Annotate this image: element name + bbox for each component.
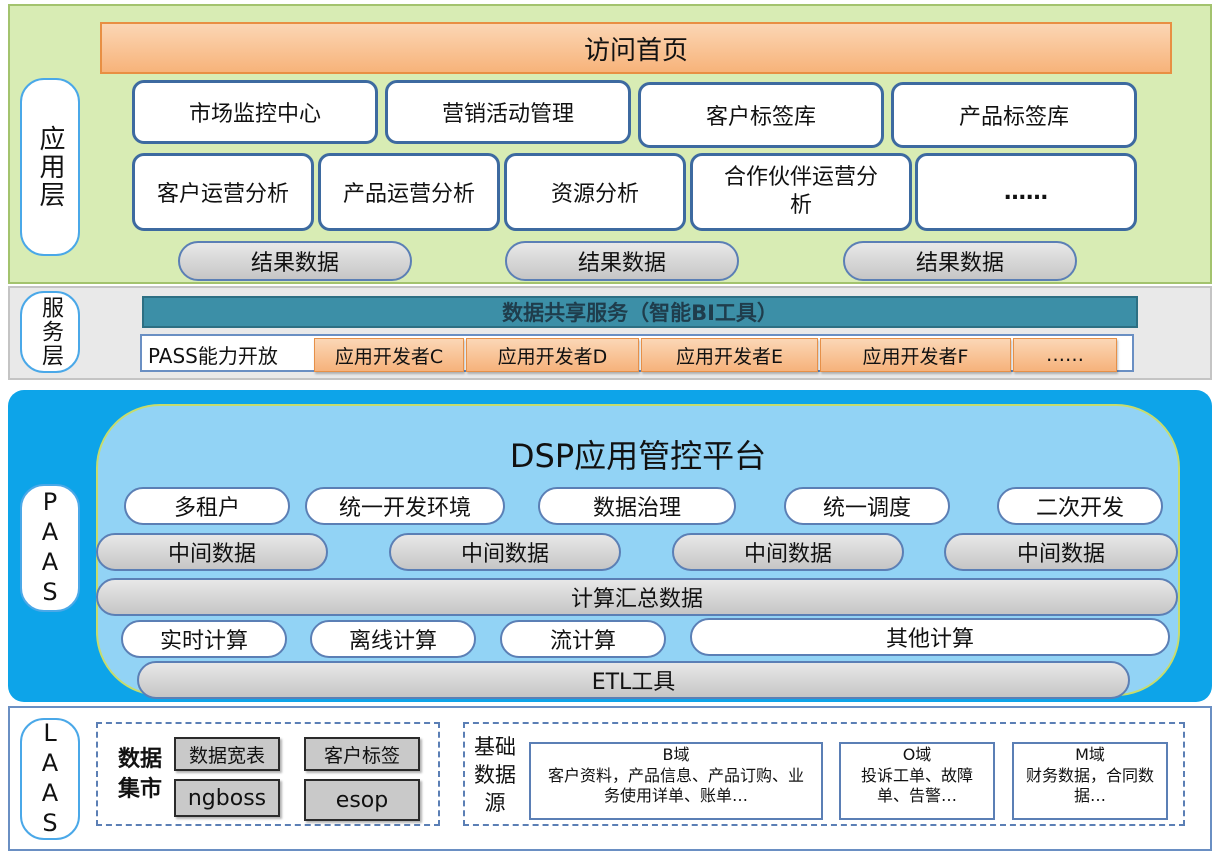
compute-other[interactable]: 其他计算 [690,618,1170,656]
b-domain-name: B域 [662,745,690,764]
m-domain-box[interactable]: M域 财务数据，合同数据… [1012,742,1168,820]
developer-more[interactable]: …… [1013,338,1117,372]
computed-summary-data: 计算汇总数据 [96,578,1178,616]
m-domain-name: M域 [1075,745,1105,764]
developer-f[interactable]: 应用开发者F [820,338,1011,372]
capability-secondary-dev[interactable]: 二次开发 [997,487,1163,525]
o-domain-desc: 投诉工单、故障单、告警… [860,766,973,805]
mart-ngboss[interactable]: ngboss [174,779,280,817]
app-partner-ops-analysis[interactable]: 合作伙伴运营分析 [690,153,912,231]
pass-capability-label: PASS能力开放 [148,344,278,368]
home-page-bar[interactable]: 访问首页 [100,22,1172,74]
mart-esop[interactable]: esop [304,779,420,821]
app-market-monitor[interactable]: 市场监控中心 [132,80,378,144]
developer-c[interactable]: 应用开发者C [314,338,464,372]
application-layer-label: 应用层 [20,78,80,256]
app-product-ops-analysis[interactable]: 产品运营分析 [318,153,500,231]
app-resource-analysis[interactable]: 资源分析 [504,153,686,231]
base-data-source-title: 基础数据源 [474,735,516,815]
b-domain-box[interactable]: B域 客户资料，产品信息、产品订购、业务使用详单、账单… [529,742,823,820]
laas-layer-label: LAAS [20,718,80,840]
mart-wide-table[interactable]: 数据宽表 [174,737,280,771]
app-product-tags[interactable]: 产品标签库 [891,82,1137,148]
middle-data-3: 中间数据 [672,533,904,571]
service-layer-label: 服务层 [20,291,80,373]
compute-stream[interactable]: 流计算 [500,620,666,658]
middle-data-4: 中间数据 [944,533,1178,571]
result-data-1: 结果数据 [178,241,412,281]
o-domain-box[interactable]: O域 投诉工单、故障单、告警… [839,742,995,820]
result-data-3: 结果数据 [843,241,1077,281]
m-domain-desc: 财务数据，合同数据… [1025,766,1154,805]
app-more[interactable]: …… [915,153,1137,231]
app-marketing-campaign[interactable]: 营销活动管理 [385,80,631,144]
paas-layer-label: PAAS [20,484,80,612]
developer-e[interactable]: 应用开发者E [641,338,818,372]
etl-tools[interactable]: ETL工具 [137,661,1130,699]
o-domain-name: O域 [902,745,932,764]
capability-data-governance[interactable]: 数据治理 [538,487,736,525]
dsp-platform-title: DSP应用管控平台 [509,437,767,475]
middle-data-1: 中间数据 [96,533,328,571]
developer-d[interactable]: 应用开发者D [466,338,639,372]
b-domain-desc: 客户资料，产品信息、产品订购、业务使用详单、账单… [547,766,804,805]
app-customer-tags[interactable]: 客户标签库 [638,82,884,148]
data-sharing-service-bar[interactable]: 数据共享服务（智能BI工具） [142,296,1138,328]
middle-data-2: 中间数据 [389,533,621,571]
capability-multi-tenant[interactable]: 多租户 [124,487,290,525]
result-data-2: 结果数据 [505,241,739,281]
compute-offline[interactable]: 离线计算 [310,620,476,658]
capability-unified-dev-env[interactable]: 统一开发环境 [305,487,505,525]
app-customer-ops-analysis[interactable]: 客户运营分析 [132,153,314,231]
capability-unified-scheduling[interactable]: 统一调度 [784,487,950,525]
data-mart-title: 数据集市 [117,747,162,802]
compute-realtime[interactable]: 实时计算 [121,620,287,658]
mart-customer-tags[interactable]: 客户标签 [304,737,420,771]
